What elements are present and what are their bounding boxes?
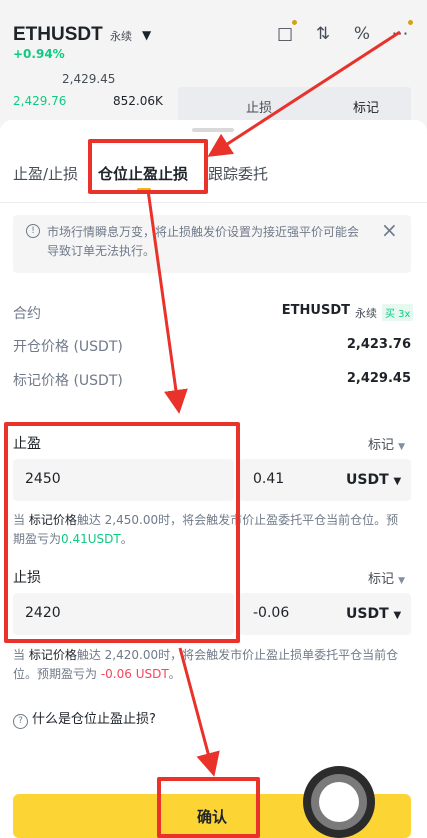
orderbook-price: 2,429.45 xyxy=(62,72,116,86)
orderbook-volume: 852.06K xyxy=(113,94,163,108)
tab-trailing-order[interactable]: 跟踪委托 xyxy=(208,163,268,184)
mark-price-label: 标记价格 (USDT) xyxy=(13,373,123,389)
contract-type-label: 永续 xyxy=(110,30,132,43)
tp-pct-value: 0.41 xyxy=(253,471,285,487)
sl-desc-mark: 标记价格 xyxy=(28,648,77,662)
contract-value: ETHUSDT xyxy=(281,303,350,318)
tp-unit-select[interactable]: USDT ▼ xyxy=(346,472,401,488)
background-trading-screen: ETHUSDT 永续 ▼ +0.94% 2,429.45 2,429.76 85… xyxy=(0,0,427,130)
floating-assistive-button[interactable] xyxy=(303,766,375,838)
help-text: 什么是仓位止盈止损? xyxy=(32,712,156,727)
close-icon[interactable]: × xyxy=(381,218,398,242)
chevron-down-icon: ▼ xyxy=(398,442,406,452)
candlestick-icon[interactable]: ⇅ xyxy=(313,24,333,44)
leverage-badge: 买 3x xyxy=(382,304,414,321)
orderbook-bid-price: 2,429.76 xyxy=(13,94,67,108)
sheet-drag-handle[interactable] xyxy=(192,128,234,132)
sl-unit: USDT xyxy=(346,606,389,622)
help-link[interactable]: ? 什么是仓位止盈止损? xyxy=(13,708,156,729)
sl-trigger-type: 标记 xyxy=(368,572,395,587)
pair-title[interactable]: ETHUSDT xyxy=(13,24,103,46)
highlight-box-confirm xyxy=(157,777,260,838)
entry-price-label: 开仓价格 (USDT) xyxy=(13,339,123,355)
sl-trigger-type-select[interactable]: 标记 ▼ xyxy=(368,568,405,587)
tp-unit: USDT xyxy=(346,472,389,488)
mark-selector[interactable]: 标记 xyxy=(353,97,379,116)
tp-trigger-type-select[interactable]: 标记 ▼ xyxy=(368,434,405,453)
chevron-down-icon: ▼ xyxy=(398,576,406,586)
question-icon: ? xyxy=(13,714,28,729)
contract-type-badge: 永续 xyxy=(355,307,377,320)
sl-description: 当 标记价格触达 2,420.00时，将会触发市价止盈止损单委托平仓当前仓位。预… xyxy=(13,646,408,684)
contract-label: 合约 xyxy=(13,306,41,322)
caret-down-icon[interactable]: ▼ xyxy=(142,28,151,42)
caret-down-icon: ▼ xyxy=(393,610,402,621)
sl-desc-end: 。 xyxy=(168,667,181,681)
notification-dot xyxy=(292,20,297,25)
highlight-box-inputs xyxy=(4,422,240,643)
notification-dot xyxy=(408,20,413,25)
sl-pct-value: -0.06 xyxy=(253,605,290,621)
tp-trigger-type: 标记 xyxy=(368,438,395,453)
sl-desc-pre: 当 xyxy=(13,648,29,662)
price-change: +0.94% xyxy=(13,47,65,61)
sl-unit-select[interactable]: USDT ▼ xyxy=(346,606,401,622)
caret-down-icon: ▼ xyxy=(393,476,402,487)
stop-loss-field[interactable]: 止损 标记 xyxy=(178,87,411,124)
percent-icon[interactable]: % xyxy=(352,24,372,44)
more-icon[interactable]: ⋯ xyxy=(390,24,410,44)
notice-text: 市场行情瞬息万变，将止损触发价设置为接近强平价可能会导致订单无法执行。 xyxy=(47,225,360,258)
info-icon: ! xyxy=(26,224,40,238)
sl-expected-pnl: -0.06 USDT xyxy=(100,667,169,681)
stop-loss-label: 止损 xyxy=(246,101,273,116)
divider xyxy=(0,202,427,203)
floating-button-center xyxy=(319,782,359,822)
gift-icon[interactable]: □ xyxy=(275,24,295,44)
tab-tpsl[interactable]: 止盈/止损 xyxy=(13,163,78,184)
mark-price-value: 2,429.45 xyxy=(346,371,411,386)
risk-notice: ! 市场行情瞬息万变，将止损触发价设置为接近强平价可能会导致订单无法执行。 × xyxy=(13,215,411,273)
highlight-box-tab xyxy=(88,139,208,194)
entry-price-value: 2,423.76 xyxy=(346,337,411,352)
